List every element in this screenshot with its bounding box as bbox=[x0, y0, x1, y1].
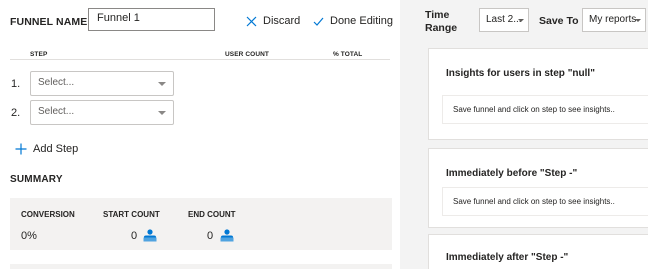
table-header-divider bbox=[10, 59, 390, 60]
save-to-dropdown[interactable]: My reports bbox=[582, 8, 646, 32]
chevron-down-icon bbox=[158, 82, 166, 86]
column-header-step: STEP bbox=[30, 51, 48, 58]
summary-panel: CONVERSION 0% START COUNT 0 END COUNT 0 bbox=[10, 198, 392, 250]
insight-card-message: Save funnel and click on step to see ins… bbox=[442, 95, 648, 124]
column-header-user-count: USER COUNT bbox=[225, 51, 269, 58]
plus-icon bbox=[15, 143, 27, 155]
user-icon bbox=[143, 229, 157, 242]
funnel-name-label: FUNNEL NAME bbox=[10, 16, 88, 28]
step-1-select[interactable]: Select... bbox=[30, 71, 174, 96]
user-icon bbox=[220, 229, 234, 242]
checkmark-icon bbox=[313, 17, 324, 26]
save-to-value: My reports bbox=[589, 14, 637, 25]
start-count-value: 0 bbox=[131, 230, 138, 242]
insight-card-title: Immediately before "Step -" bbox=[446, 168, 578, 179]
summary-title: SUMMARY bbox=[10, 174, 63, 185]
time-range-label: Time Range bbox=[425, 9, 458, 34]
insight-card-title: Immediately after "Step -" bbox=[446, 252, 569, 263]
funnel-name-input[interactable]: Funnel 1 bbox=[88, 8, 215, 31]
step-number: 1. bbox=[11, 78, 21, 90]
insight-card-title: Insights for users in step "null" bbox=[446, 68, 595, 79]
chevron-down-icon bbox=[518, 19, 524, 22]
add-step-label: Add Step bbox=[33, 143, 79, 155]
time-range-value: Last 2... bbox=[486, 14, 522, 25]
insight-card-message: Save funnel and click on step to see ins… bbox=[442, 187, 648, 216]
close-icon bbox=[246, 16, 257, 26]
chevron-down-icon bbox=[158, 111, 166, 115]
done-editing-label: Done Editing bbox=[330, 15, 393, 27]
add-step-button[interactable]: Add Step bbox=[15, 143, 78, 155]
time-range-dropdown[interactable]: Last 2... bbox=[479, 8, 529, 32]
step-2-select[interactable]: Select... bbox=[30, 100, 174, 125]
end-count-value: 0 bbox=[207, 230, 214, 242]
step-2-placeholder: Select... bbox=[38, 106, 75, 117]
end-count-label: END COUNT bbox=[188, 210, 236, 219]
chevron-down-icon bbox=[635, 19, 641, 22]
discard-button[interactable]: Discard bbox=[246, 15, 300, 27]
step-1-placeholder: Select... bbox=[38, 77, 75, 88]
save-to-label: Save To bbox=[539, 15, 579, 27]
insight-card: Immediately after "Step -" bbox=[428, 234, 648, 269]
conversion-value: 0% bbox=[21, 230, 37, 242]
done-editing-button[interactable]: Done Editing bbox=[313, 15, 393, 27]
conversion-label: CONVERSION bbox=[21, 210, 75, 219]
column-header-percent-total: % TOTAL bbox=[333, 51, 363, 58]
start-count-label: START COUNT bbox=[103, 210, 160, 219]
discard-label: Discard bbox=[263, 15, 301, 27]
step-number: 2. bbox=[11, 107, 21, 119]
insight-card: Immediately before "Step -" Save funnel … bbox=[428, 148, 648, 228]
summary-chart-area bbox=[10, 264, 392, 269]
funnel-editor: FUNNEL NAME Funnel 1 Discard Done Editin… bbox=[0, 0, 400, 269]
insight-card: Insights for users in step "null" Save f… bbox=[428, 48, 648, 140]
